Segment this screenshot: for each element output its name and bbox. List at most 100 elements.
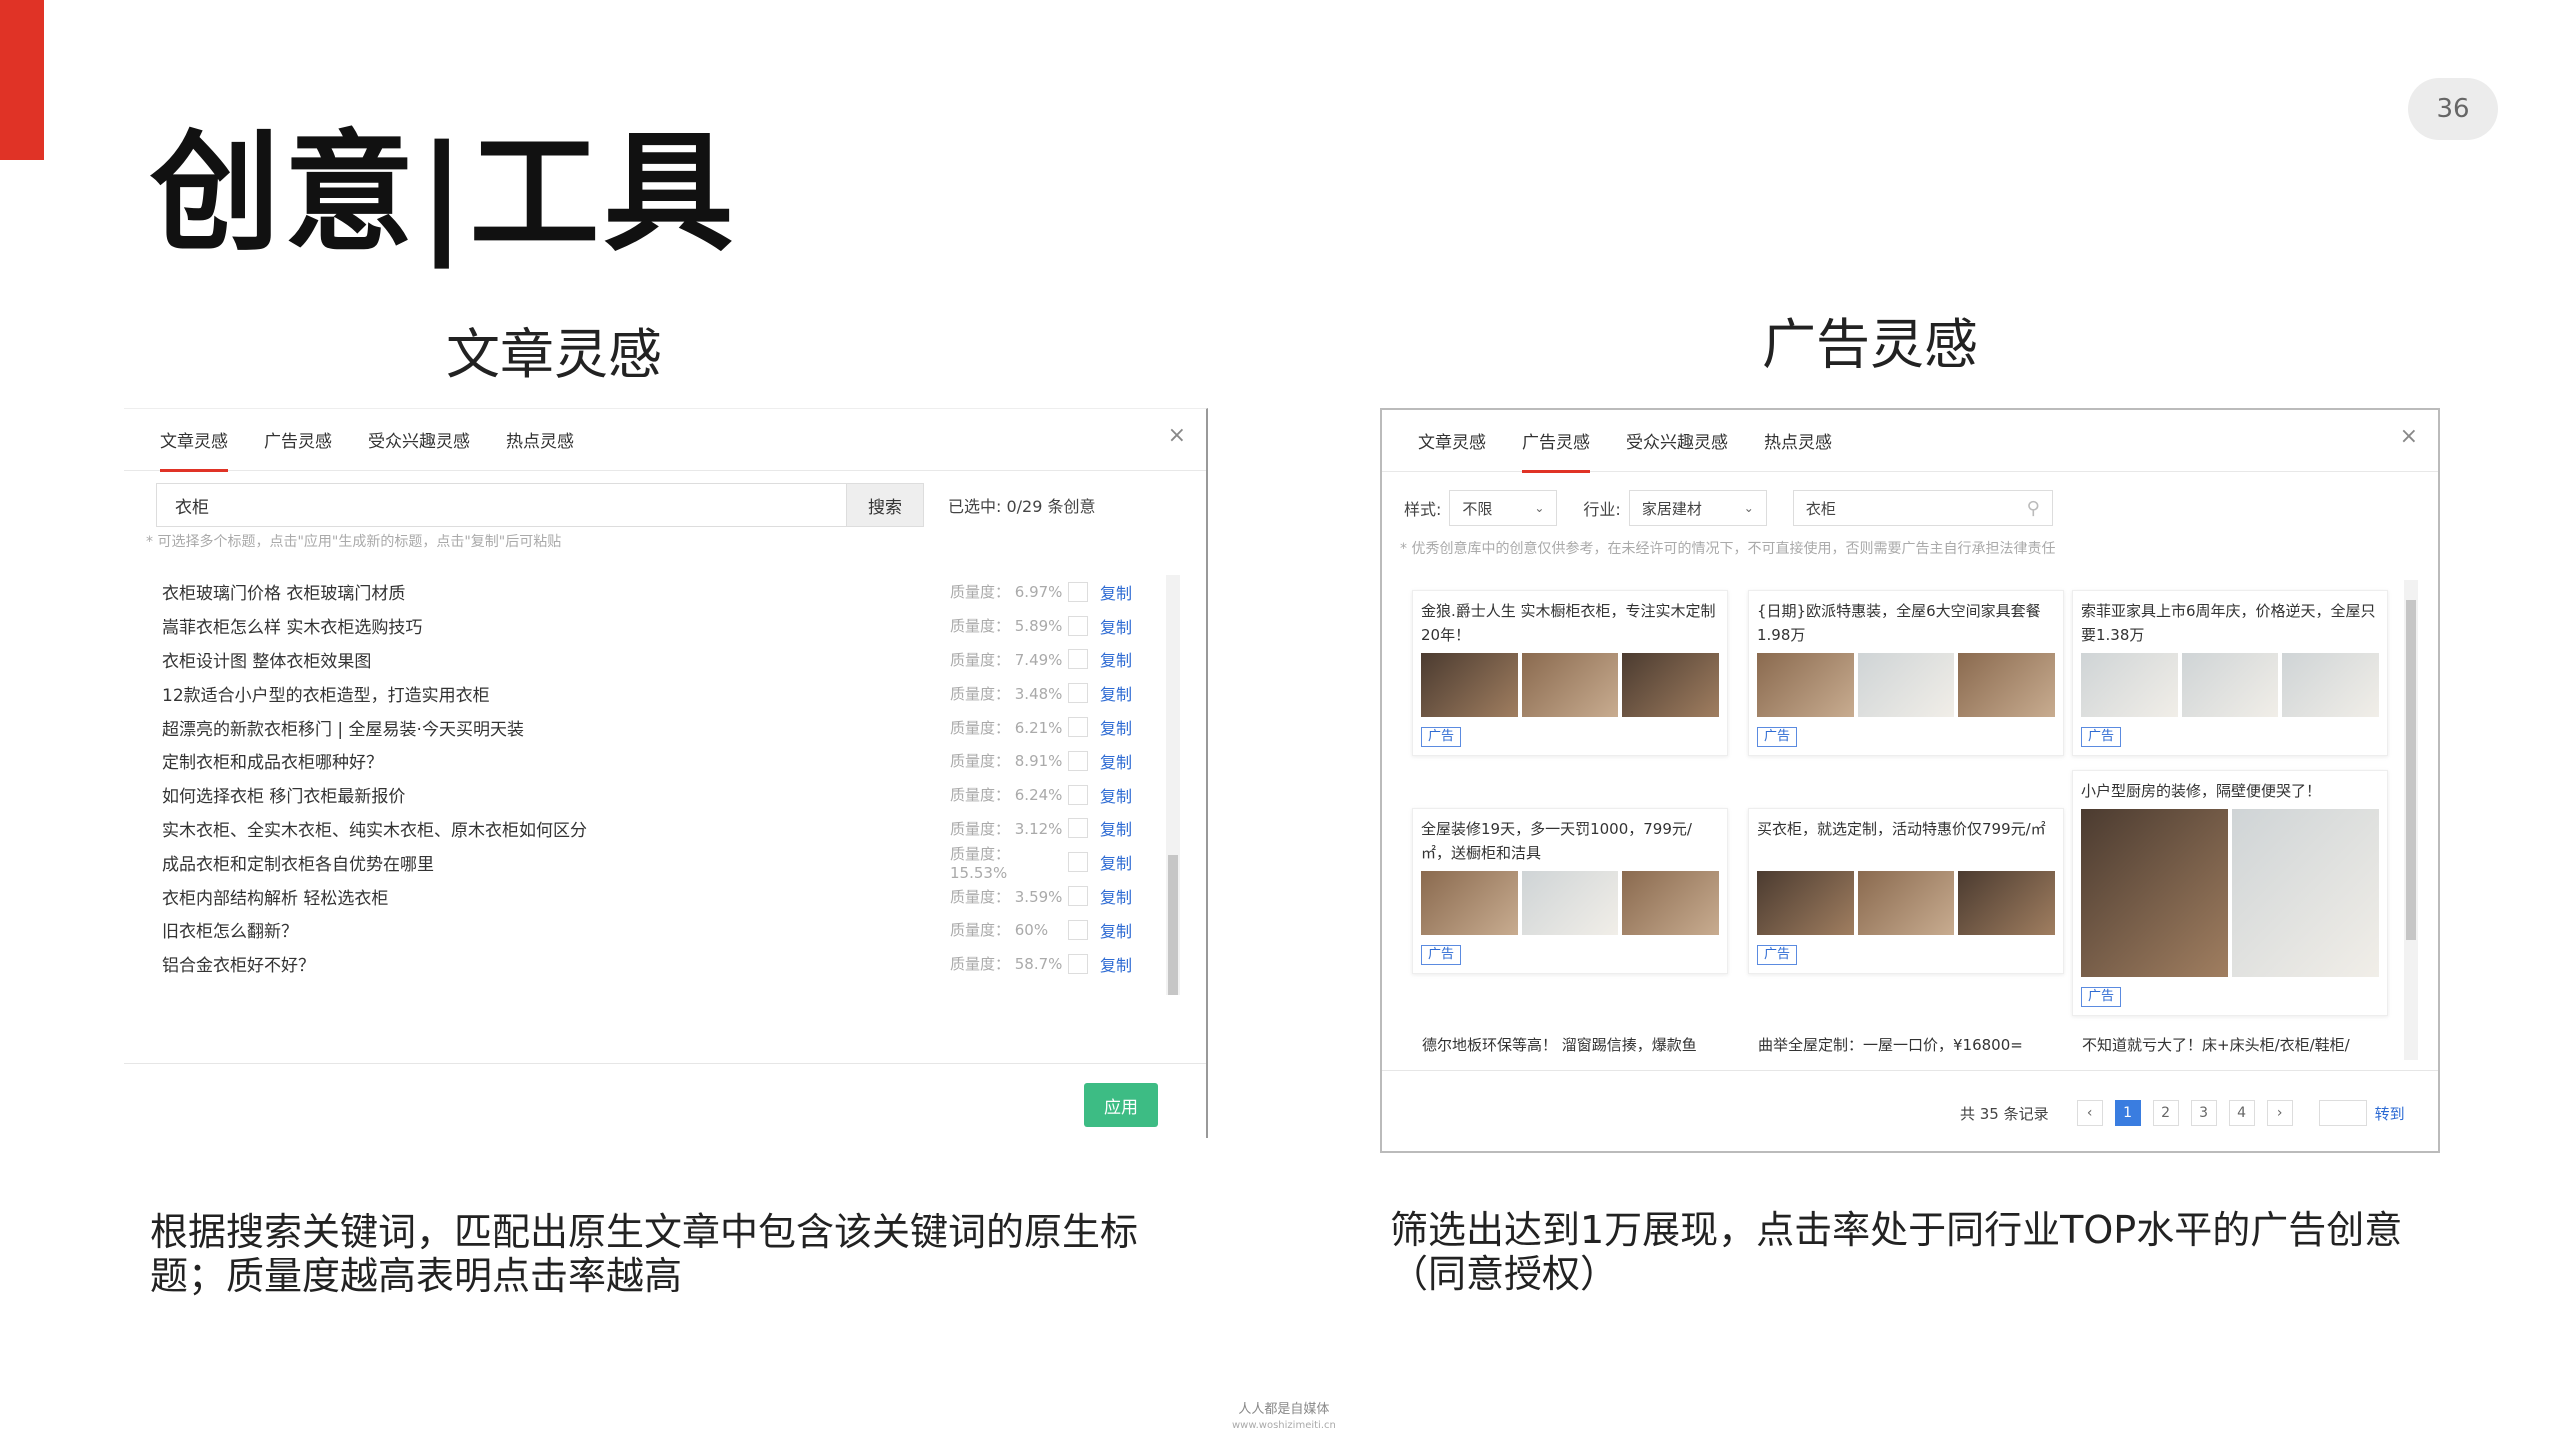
tab-audience-inspiration[interactable]: 受众兴趣灵感 (368, 409, 470, 472)
title-row: 旧衣柜怎么翻新？ 质量度： 60% 复制 (162, 913, 1162, 947)
page-jump-input[interactable] (2318, 1100, 2367, 1126)
ad-image (1958, 871, 2056, 935)
ad-image (2181, 653, 2279, 717)
ad-card-images (1421, 653, 1720, 717)
ad-card-text: {日期}欧派特惠装，全屋6大空间家具套餐1.98万 (1757, 602, 2041, 644)
row-checkbox[interactable] (1068, 953, 1088, 974)
copy-link[interactable]: 复制 (1100, 580, 1132, 604)
quality-score: 质量度： 7.49% (950, 650, 1063, 669)
ad-card[interactable]: 买衣柜，就选定制，活动特惠价仅799元/㎡ 广告 (1748, 808, 2064, 974)
chevron-down-icon: ⌄ (1534, 501, 1545, 515)
title-text: 定制衣柜和成品衣柜哪种好？ (162, 753, 383, 774)
copy-link[interactable]: 复制 (1100, 614, 1132, 638)
next-page-button[interactable]: › (2266, 1100, 2293, 1126)
title-text: 实木衣柜、全实木衣柜、纯实木衣柜、原木衣柜如何区分 (162, 820, 587, 841)
search-icon[interactable]: ⚲ (2027, 498, 2040, 519)
row-checkbox[interactable] (1068, 818, 1088, 839)
title-row: 嵩菲衣柜怎么样 实木衣柜选购技巧 质量度： 5.89% 复制 (162, 609, 1162, 643)
tab-article-inspiration[interactable]: 文章灵感 (160, 409, 228, 472)
row-checkbox[interactable] (1068, 919, 1088, 940)
style-select[interactable]: 不限 ⌄ (1449, 490, 1558, 526)
quality-score: 质量度： 60% (950, 921, 1049, 940)
copyright-hint: * 优秀创意库中的创意仅供参考，在未经许可的情况下，不可直接使用，否则需要广告主… (1400, 541, 2056, 557)
ad-image (2282, 653, 2380, 717)
copy-link[interactable]: 复制 (1100, 952, 1132, 976)
ad-card[interactable]: 金狼.爵士人生 实木橱柜衣柜，专注实木定制20年！ 广告 (1412, 590, 1728, 756)
copy-link[interactable]: 复制 (1100, 783, 1132, 807)
copy-link[interactable]: 复制 (1100, 918, 1132, 942)
industry-select[interactable]: 家居建材 ⌄ (1628, 490, 1767, 526)
row-checkbox[interactable] (1068, 649, 1088, 670)
tab-hot-inspiration[interactable]: 热点灵感 (506, 409, 574, 472)
ad-badge: 广告 (1757, 727, 1798, 747)
article-inspiration-panel: 文章灵感 广告灵感 受众兴趣灵感 热点灵感 × 衣柜 搜索 已选中: 0/29 … (124, 408, 1208, 1138)
copy-link[interactable]: 复制 (1100, 884, 1132, 908)
ad-card[interactable]: 索菲亚家具上市6周年庆，价格逆天，全屋只要1.38万 广告 (2072, 590, 2388, 756)
page-button-1[interactable]: 1 (2114, 1100, 2141, 1126)
list-scrollbar[interactable] (1166, 575, 1180, 995)
quality-score: 质量度： 5.89% (950, 617, 1063, 636)
tab-article-inspiration[interactable]: 文章灵感 (1418, 410, 1486, 473)
ad-card-images (2081, 653, 2380, 717)
card-scrollbar[interactable] (2404, 580, 2418, 1060)
jump-button[interactable]: 转到 (2375, 1103, 2405, 1124)
row-checkbox[interactable] (1068, 784, 1088, 805)
ad-card[interactable]: {日期}欧派特惠装，全屋6大空间家具套餐1.98万 广告 (1748, 590, 2064, 756)
copy-link[interactable]: 复制 (1100, 647, 1132, 671)
divider (124, 1063, 1206, 1064)
ad-card-text: 买衣柜，就选定制，活动特惠价仅799元/㎡ (1757, 820, 2046, 838)
row-checkbox[interactable] (1068, 615, 1088, 636)
copy-link[interactable]: 复制 (1100, 749, 1132, 773)
apply-button[interactable]: 应用 (1084, 1083, 1158, 1127)
row-checkbox[interactable] (1068, 683, 1088, 704)
title-row: 定制衣柜和成品衣柜哪种好？ 质量度： 8.91% 复制 (162, 744, 1162, 778)
total-records: 共 35 条记录 (1960, 1104, 2049, 1123)
ad-image (1958, 653, 2056, 717)
copy-link[interactable]: 复制 (1100, 715, 1132, 739)
ad-image (1857, 871, 1955, 935)
page-button-2[interactable]: 2 (2152, 1100, 2179, 1126)
title-text: 嵩菲衣柜怎么样 实木衣柜选购技巧 (162, 618, 423, 639)
title-row: 成品衣柜和定制衣柜各自优势在哪里 质量度： 15.53% 复制 (162, 845, 1162, 882)
prev-page-button[interactable]: ‹ (2076, 1100, 2103, 1126)
ad-image (2081, 653, 2178, 717)
search-button[interactable]: 搜索 (846, 483, 924, 527)
scroll-thumb[interactable] (2406, 600, 2416, 940)
page-button-4[interactable]: 4 (2228, 1100, 2255, 1126)
tab-ad-inspiration[interactable]: 广告灵感 (1522, 410, 1590, 473)
row-checkbox[interactable] (1068, 852, 1088, 873)
title-row: 实木衣柜、全实木衣柜、纯实木衣柜、原木衣柜如何区分 质量度： 3.12% 复制 (162, 812, 1162, 846)
ad-card-peek: 曲举全屋定制：一屋一口价，¥16800= (1758, 1036, 2023, 1054)
close-icon[interactable]: × (1168, 423, 1186, 448)
tab-ad-inspiration[interactable]: 广告灵感 (264, 409, 332, 472)
watermark-line1: 人人都是自媒体 (1238, 1402, 1330, 1417)
pagination: 共 35 条记录 ‹ 1 2 3 4 › 转到 (1960, 1100, 2405, 1126)
chevron-down-icon: ⌄ (1743, 501, 1754, 515)
title-text: 成品衣柜和定制衣柜各自优势在哪里 (162, 854, 434, 875)
search-input[interactable]: 衣柜 (156, 483, 846, 527)
row-checkbox[interactable] (1068, 886, 1088, 907)
ad-card-images (1757, 871, 2056, 935)
ad-card[interactable]: 小户型厨房的装修，隔壁便便哭了！ 广告 (2072, 770, 2388, 1016)
page-button-3[interactable]: 3 (2190, 1100, 2217, 1126)
tab-hot-inspiration[interactable]: 热点灵感 (1764, 410, 1832, 473)
style-value: 不限 (1462, 499, 1493, 518)
keyword-search-input[interactable]: 衣柜 ⚲ (1792, 490, 2053, 526)
copy-link[interactable]: 复制 (1100, 850, 1132, 874)
row-checkbox[interactable] (1068, 717, 1088, 738)
right-tab-bar: 文章灵感 广告灵感 受众兴趣灵感 热点灵感 (1382, 410, 2438, 473)
page-title: 创意|工具 (150, 117, 738, 269)
ad-image (1622, 871, 1720, 935)
title-row: 衣柜玻璃门价格 衣柜玻璃门材质 质量度： 6.97% 复制 (162, 575, 1162, 609)
row-checkbox[interactable] (1068, 581, 1088, 602)
scroll-thumb[interactable] (1168, 855, 1178, 995)
copy-link[interactable]: 复制 (1100, 681, 1132, 705)
watermark: 人人都是自媒体 www.woshizimeiti.cn (1232, 1402, 1336, 1434)
row-checkbox[interactable] (1068, 750, 1088, 771)
ad-card[interactable]: 全屋装修19天，多一天罚1000，799元/㎡，送橱柜和洁具 广告 (1412, 808, 1728, 974)
close-icon[interactable]: × (2400, 424, 2418, 449)
title-row: 超漂亮的新款衣柜移门 | 全屋易装·今天买明天装 质量度： 6.21% 复制 (162, 710, 1162, 744)
ad-image (1757, 653, 1854, 717)
copy-link[interactable]: 复制 (1100, 816, 1132, 840)
tab-audience-inspiration[interactable]: 受众兴趣灵感 (1626, 410, 1728, 473)
